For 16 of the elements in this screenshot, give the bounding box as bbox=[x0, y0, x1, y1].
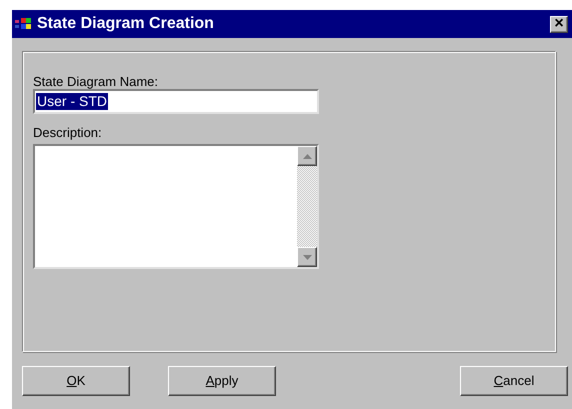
scrollbar[interactable] bbox=[297, 146, 317, 267]
scroll-down-button[interactable] bbox=[297, 247, 317, 267]
dialog-button[interactable]: OK bbox=[22, 366, 130, 396]
name-field[interactable]: User - STD bbox=[33, 89, 319, 114]
close-button[interactable]: × bbox=[550, 16, 568, 32]
field-label: Description: bbox=[33, 125, 103, 140]
up-arrow-icon bbox=[302, 154, 312, 158]
description-field[interactable] bbox=[33, 144, 319, 269]
scroll-up-button[interactable] bbox=[297, 146, 317, 166]
app-icon bbox=[15, 17, 33, 31]
dialog-button[interactable]: Apply bbox=[168, 366, 276, 396]
down-arrow-icon bbox=[302, 254, 312, 260]
field-label: State Diagram Name: bbox=[33, 74, 159, 89]
field-value: User - STD bbox=[36, 93, 108, 110]
dialog-button[interactable]: Cancel bbox=[460, 366, 568, 396]
window-title: State Diagram Creation bbox=[37, 14, 215, 34]
